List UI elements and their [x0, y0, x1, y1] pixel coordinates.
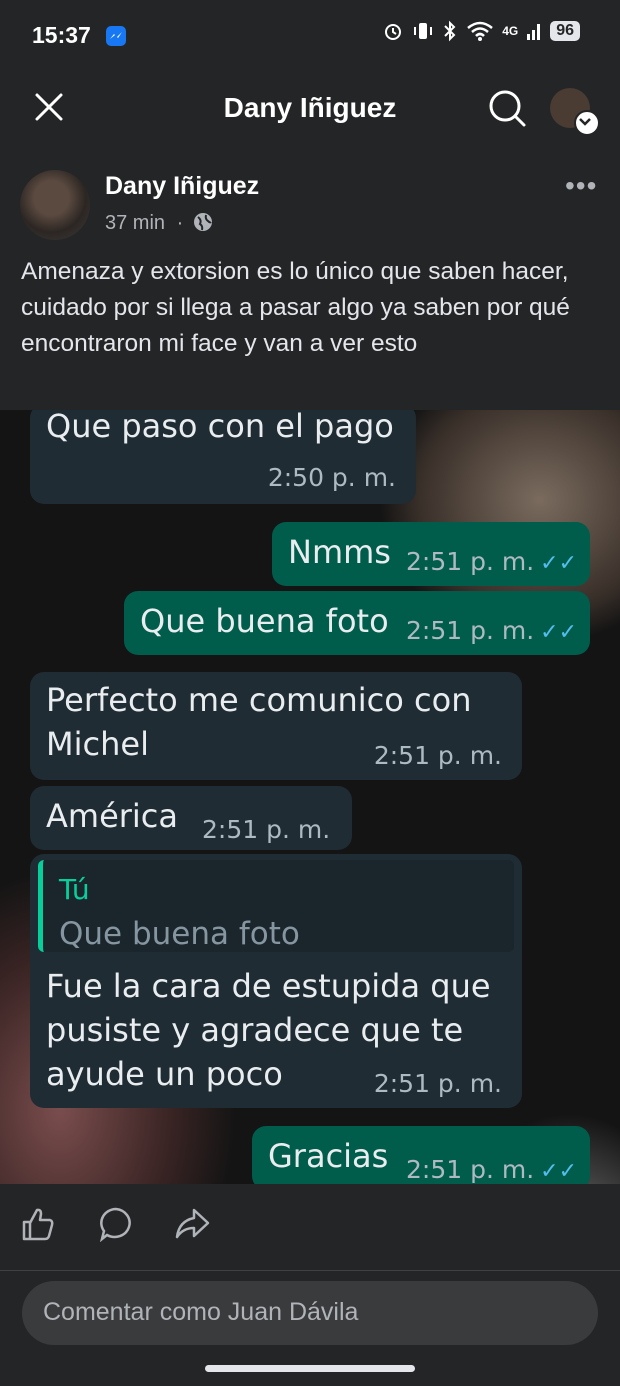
post-timestamp[interactable]: 37 min ·	[105, 212, 183, 235]
share-icon[interactable]	[174, 1206, 210, 1242]
message-time: 2:51 p. m.	[406, 547, 535, 576]
bluetooth-icon	[444, 20, 456, 42]
comment-icon[interactable]	[98, 1206, 134, 1243]
reply-author: Tú	[59, 873, 90, 906]
message-time: 2:51 p. m.	[406, 1155, 535, 1184]
message-time: 2:51 p. m.	[373, 1069, 502, 1098]
post-image[interactable]: Que paso con el pago 2:50 p. m. Nmms 2:5…	[0, 410, 620, 1184]
message-text: Nmms	[288, 533, 391, 571]
message-time: 2:51 p. m.	[406, 616, 535, 645]
message-text: Gracias	[268, 1137, 389, 1175]
wifi-icon	[467, 21, 493, 41]
messenger-notification-icon	[106, 26, 126, 46]
network-type: 4G	[502, 24, 519, 38]
comment-placeholder: Comentar como Juan Dávila	[43, 1298, 359, 1326]
home-indicator[interactable]	[205, 1365, 415, 1372]
post-time-value: 37 min	[105, 212, 166, 234]
time-separator: ·	[176, 212, 184, 234]
alarm-icon	[385, 24, 402, 40]
reply-text: Que buena foto	[59, 916, 300, 952]
signal-icon	[527, 24, 541, 40]
message-time: 2:50 p. m.	[267, 463, 396, 492]
like-icon[interactable]	[20, 1206, 56, 1242]
message-time: 2:51 p. m.	[373, 741, 502, 770]
chat-bubble: Perfecto me comunico con Michel 2:51 p. …	[30, 672, 522, 780]
status-icons: 4G 96	[382, 20, 580, 42]
chat-bubble: Nmms 2:51 p. m. ✓✓	[272, 522, 590, 586]
author-name[interactable]: Dany Iñiguez	[105, 172, 259, 201]
page-title: Dany Iñiguez	[223, 92, 397, 123]
globe-icon	[192, 211, 214, 233]
divider	[0, 1270, 620, 1271]
message-text: Que buena foto	[140, 602, 389, 640]
quoted-reply[interactable]: Tú Que buena foto	[38, 860, 514, 952]
more-options-button[interactable]: •••	[565, 170, 597, 202]
chat-bubble: Gracias 2:51 p. m. ✓✓	[252, 1126, 590, 1184]
battery-level: 96	[550, 21, 580, 41]
chat-bubble: América 2:51 p. m.	[30, 786, 352, 850]
status-bar: 15:37 4G 96	[0, 0, 620, 74]
chat-bubble: Que paso con el pago 2:50 p. m.	[30, 410, 416, 504]
search-icon[interactable]	[487, 88, 527, 128]
vibrate-icon	[414, 23, 433, 39]
message-time: 2:51 p. m.	[202, 815, 331, 844]
chevron-down-icon[interactable]	[574, 110, 600, 136]
read-ticks-icon: ✓✓	[540, 620, 578, 645]
chat-bubble: Que buena foto 2:51 p. m. ✓✓	[124, 591, 590, 655]
author-avatar[interactable]	[20, 170, 90, 240]
post-actions	[0, 1184, 620, 1270]
message-text: Que paso con el pago	[46, 410, 394, 445]
status-time: 15:37	[32, 22, 91, 48]
chat-bubble: Tú Que buena foto Fue la cara de estupid…	[30, 854, 522, 1108]
message-text: América	[46, 797, 178, 835]
post-text: Amenaza y extorsion es lo único que sabe…	[21, 258, 570, 357]
read-ticks-icon: ✓✓	[540, 1159, 578, 1184]
read-ticks-icon: ✓✓	[540, 551, 578, 576]
